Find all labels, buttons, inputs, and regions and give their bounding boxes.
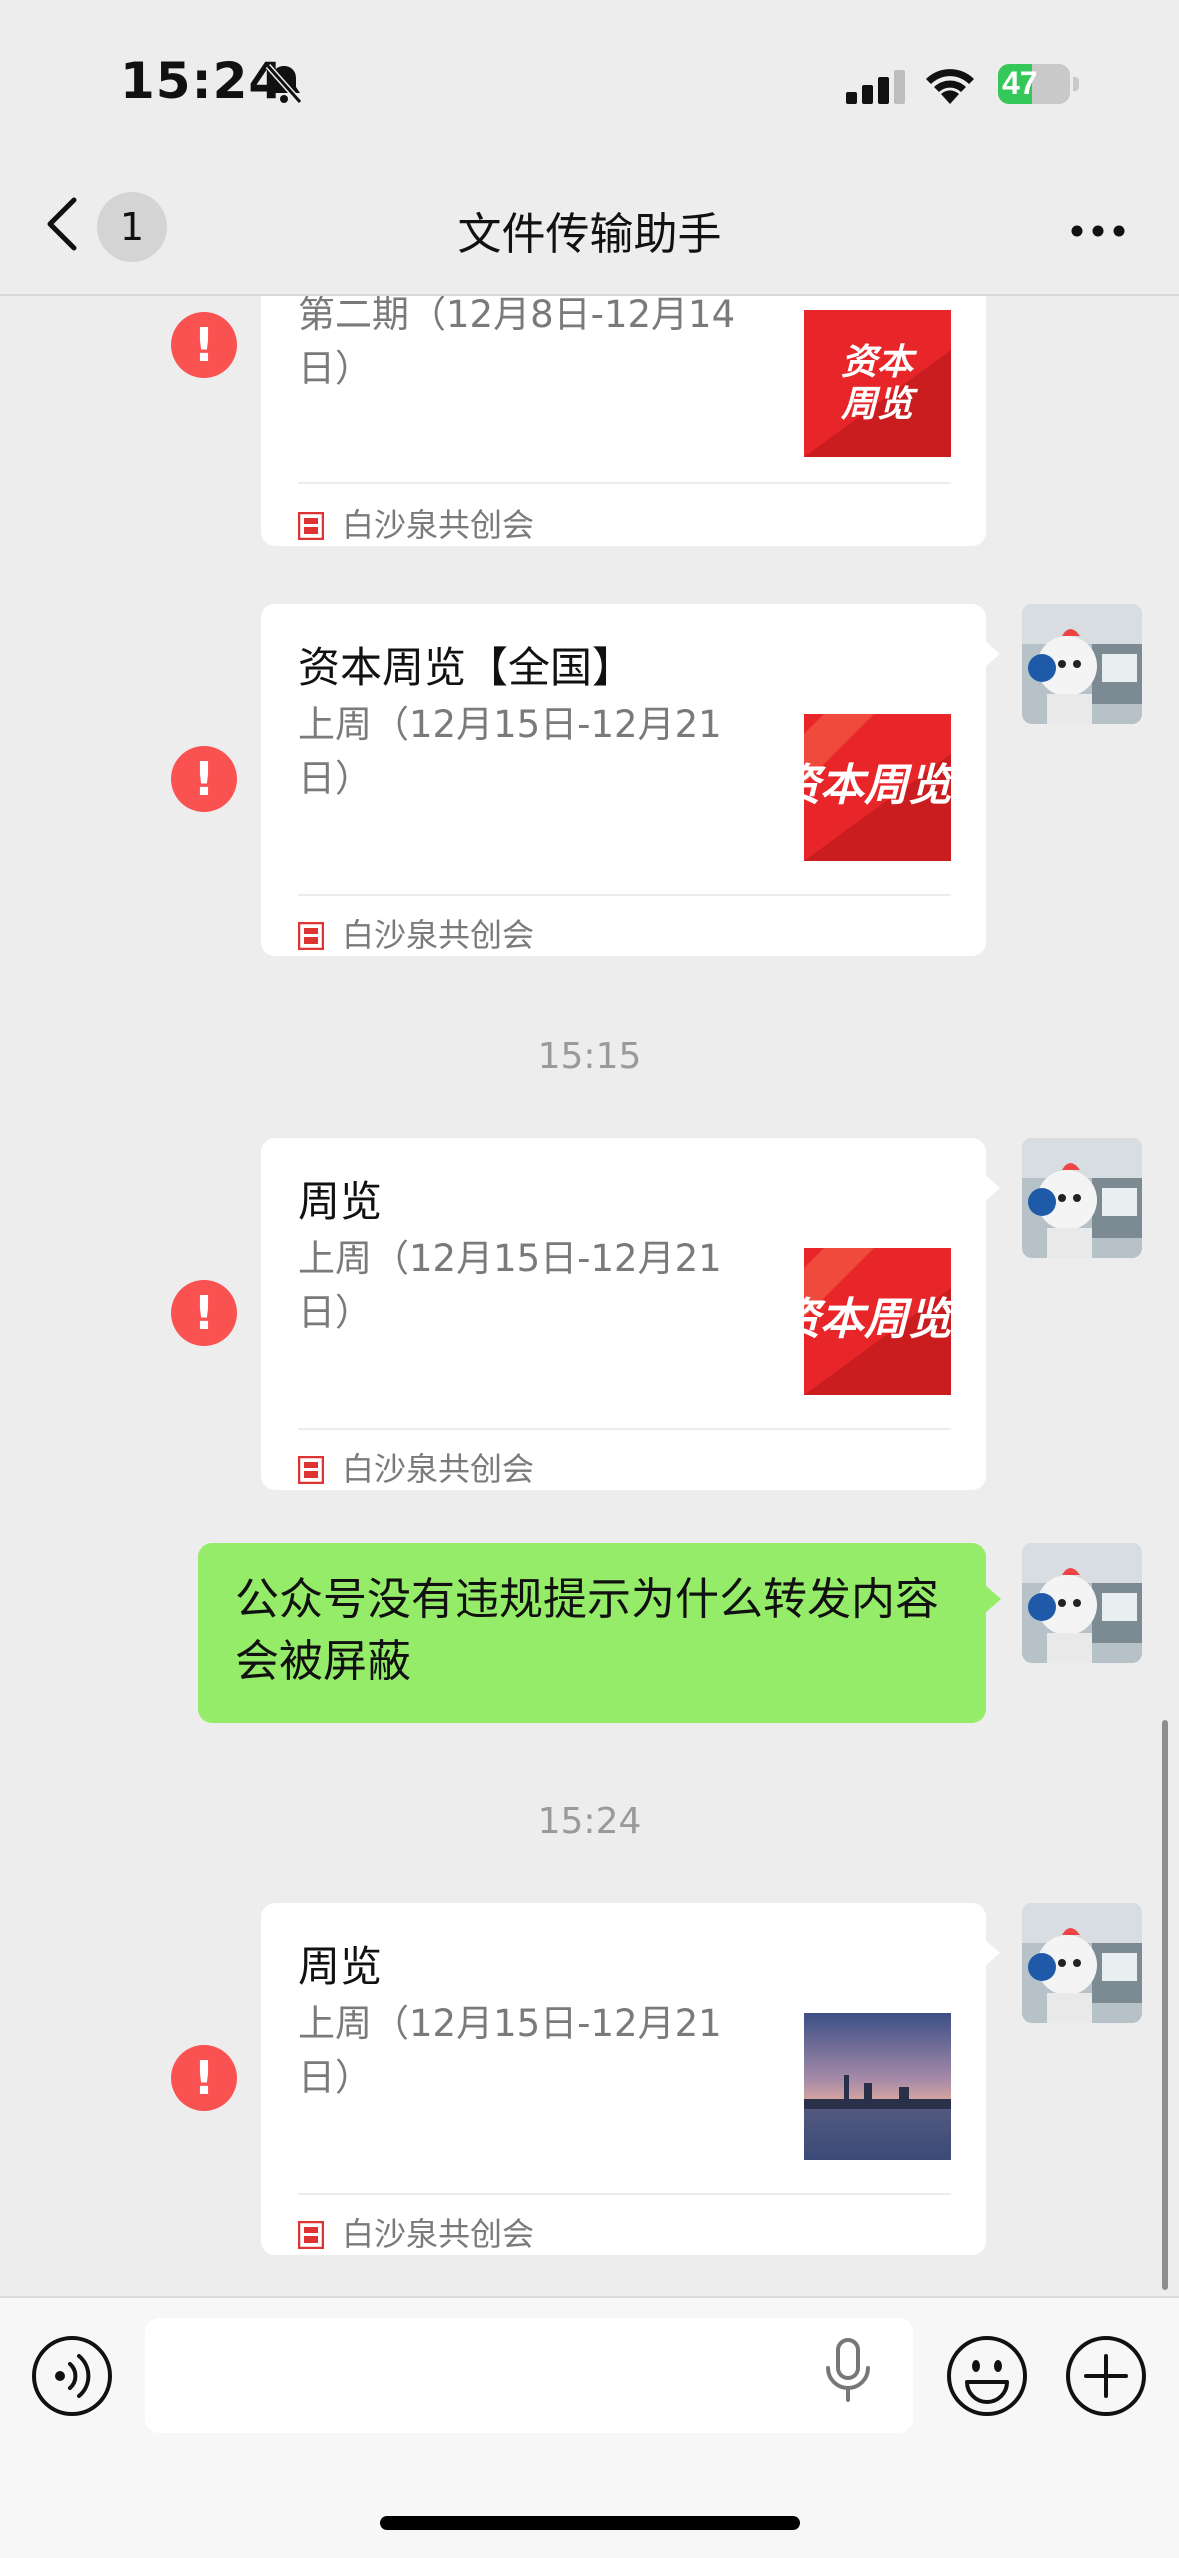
navigation-bar: 1 文件传输助手 [0,150,1179,296]
avatar[interactable] [1022,1138,1142,1258]
scrollbar[interactable] [1162,1720,1168,2290]
avatar[interactable] [1022,604,1142,724]
seal-icon [298,922,324,950]
send-failed-icon[interactable]: ! [171,2045,237,2111]
article-thumbnail: 资本 周览 [804,310,951,457]
article-thumbnail: 资本周览 [776,1248,959,1395]
article-card[interactable]: 周览 上周（12月15日-12月21日） 资本周览 白沙泉共创会 [261,1138,1000,1490]
chat-message-list[interactable]: 第二期（12月8日-12月14日） 资本 周览 白沙泉共创会 ! 资本周览【全国… [0,296,1179,2296]
article-card[interactable]: 第二期（12月8日-12月14日） 资本 周览 白沙泉共创会 [261,296,986,546]
article-thumbnail: 资本周览 [776,714,959,861]
send-failed-icon[interactable]: ! [171,1280,237,1346]
article-title: 周览 [298,1942,383,1991]
timestamp: 15:15 [537,1036,642,1077]
article-description: 第二期（12月8日-12月14日） [298,296,736,390]
svg-text:资本周览: 资本周览 [804,760,951,811]
article-title: 资本周览【全国】 [298,643,635,692]
send-failed-icon[interactable]: ! [171,746,237,812]
article-source: 白沙泉共创会 [298,1444,534,1490]
article-source: 白沙泉共创会 [298,2209,534,2255]
cellular-signal-icon [846,70,905,104]
seal-icon [298,2221,324,2249]
message-input[interactable] [145,2318,913,2433]
avatar[interactable] [1022,1543,1142,1663]
avatar[interactable] [1022,1903,1142,2023]
more-options-icon[interactable] [1070,224,1126,238]
home-indicator [380,2516,800,2530]
article-description: 上周（12月15日-12月21日） [298,2002,722,2099]
article-thumbnail [804,2013,951,2160]
article-source: 白沙泉共创会 [298,500,534,546]
article-card[interactable]: 周览 上周（12月15日-12月21日） 白沙泉共创会 [261,1903,1000,2255]
status-bar: 15:24 47 [0,0,1179,150]
timestamp: 15:24 [537,1801,642,1842]
microphone-icon[interactable] [820,2336,876,2406]
wifi-icon [926,69,974,104]
article-card[interactable]: 资本周览【全国】 上周（12月15日-12月21日） 资本周览 白沙泉共创会 [261,604,1000,956]
status-time: 15:24 [120,52,285,110]
article-source: 白沙泉共创会 [298,910,534,956]
battery-level: 47 [1002,65,1038,101]
svg-text:资本: 资本 [841,342,918,383]
seal-icon [298,1456,324,1484]
text-message-bubble[interactable]: 公众号没有违规提示为什么转发内容会被屏蔽 [198,1543,1001,1723]
message-text: 公众号没有违规提示为什么转发内容会被屏蔽 [235,1574,939,1687]
article-title: 周览 [298,1177,383,1226]
article-description: 上周（12月15日-12月21日） [298,703,722,800]
bell-muted-icon [265,64,303,104]
send-failed-icon[interactable]: ! [171,312,237,378]
battery-icon: 47 [998,64,1080,104]
svg-text:周览: 周览 [840,384,919,425]
svg-text:资本周览: 资本周览 [804,1294,951,1345]
seal-icon [298,512,324,540]
emoji-icon[interactable] [945,2334,1029,2418]
plus-icon[interactable] [1064,2334,1148,2418]
voice-icon[interactable] [30,2334,114,2418]
article-description: 上周（12月15日-12月21日） [298,1237,722,1334]
chat-title: 文件传输助手 [457,209,722,260]
